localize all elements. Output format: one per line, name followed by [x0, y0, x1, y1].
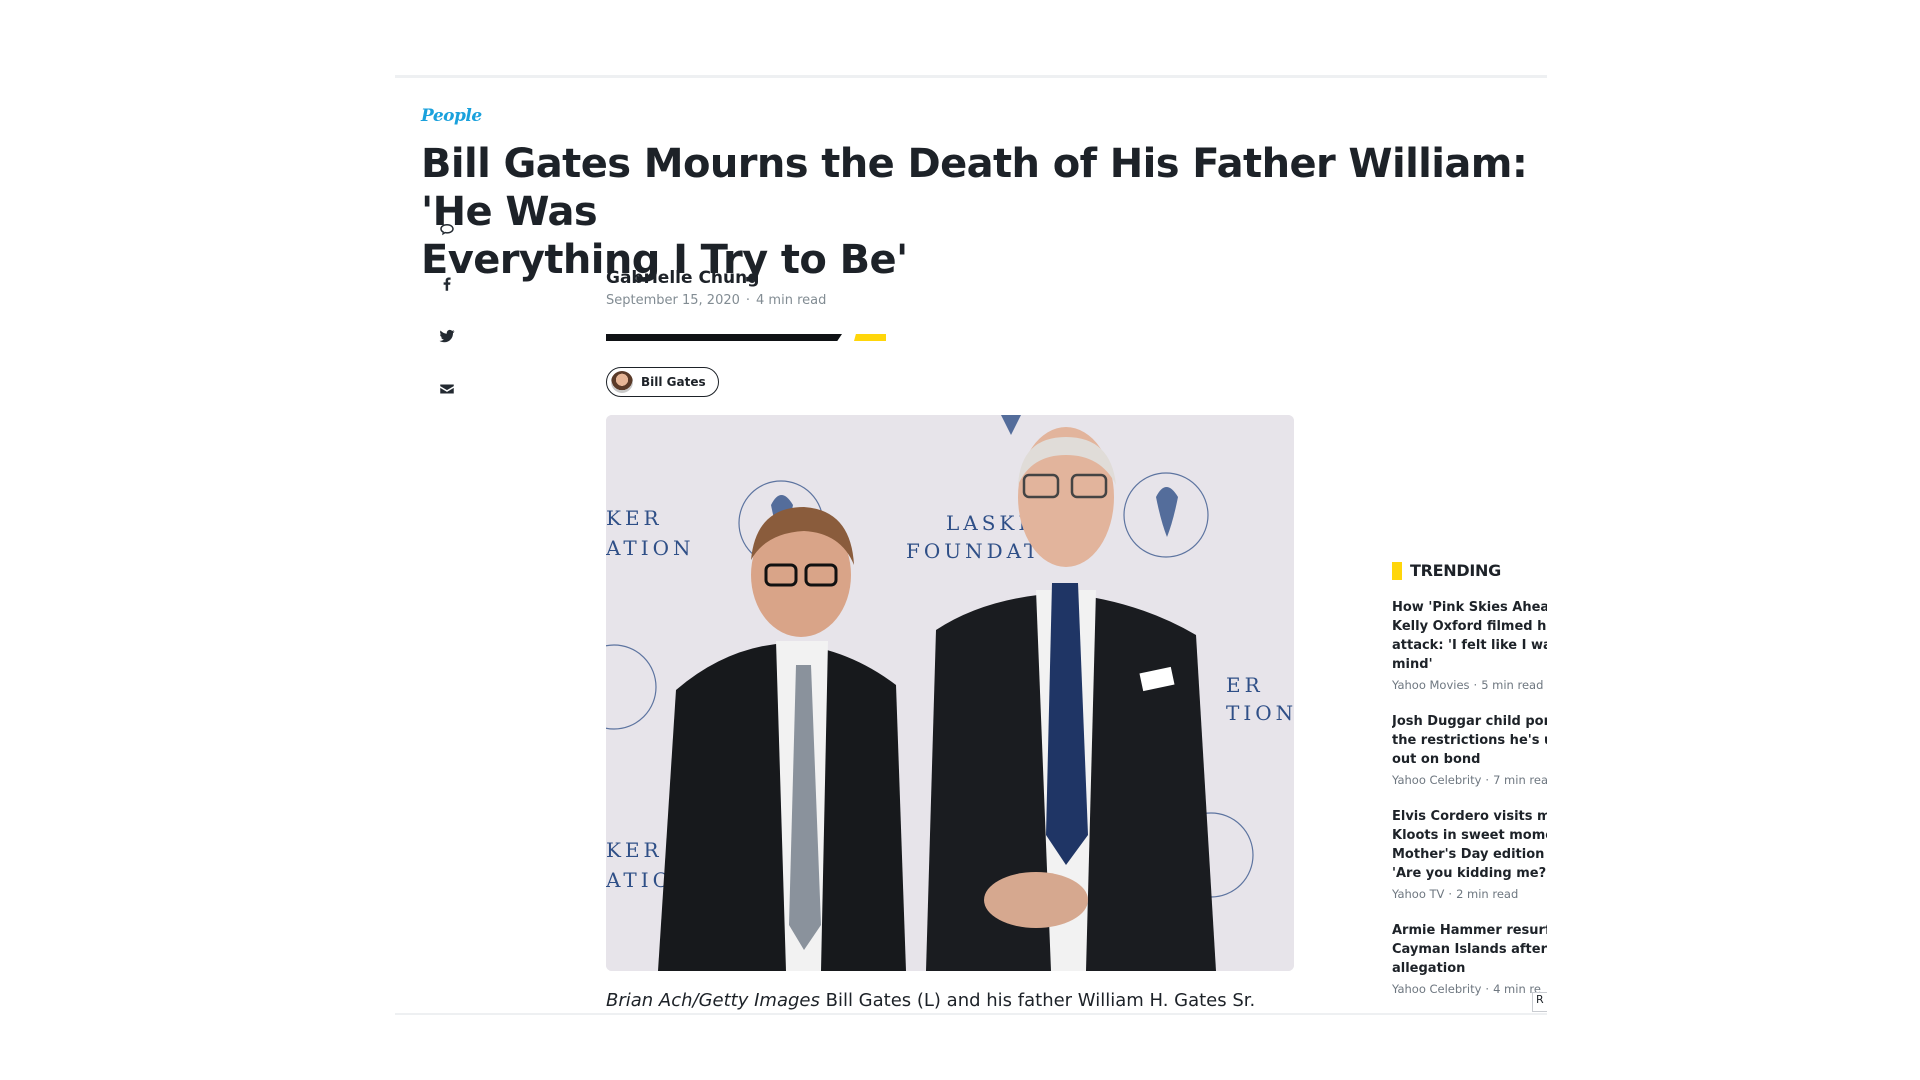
photo-caption: Brian Ach/Getty Images Bill Gates (L) an… [606, 990, 1255, 1011]
twitter-icon[interactable] [435, 324, 459, 348]
backdrop-text: FOUNDAT [906, 539, 1041, 563]
photo-credit: Brian Ach/Getty Images [606, 990, 820, 1011]
trending-item-line: Mother's Day edition of [1392, 847, 1547, 862]
meta-separator: · [1473, 678, 1478, 692]
trending-item-line: the restrictions he's unc [1392, 733, 1547, 748]
trending-item-meta: Yahoo Movies · 5 min read [1392, 678, 1547, 692]
trending-time: 5 min read [1481, 678, 1544, 692]
corner-badge[interactable]: R [1532, 992, 1547, 1012]
trending-item[interactable]: Armie Hammer resurfa Cayman Islands afte… [1392, 921, 1547, 996]
trending-item-meta: Yahoo Celebrity·7 min read [1392, 773, 1547, 787]
trending-item-line: out on bond [1392, 752, 1481, 767]
trending-item-line: attack: 'I felt like I was l [1392, 638, 1547, 653]
trending-item-line: Elvis Cordero visits mor [1392, 809, 1547, 824]
trending-source: Yahoo Celebrity [1392, 982, 1482, 996]
meta-separator: · [1448, 887, 1453, 901]
trending-time: 7 min read [1493, 773, 1547, 787]
trending-item-line: Josh Duggar child porn [1392, 714, 1547, 729]
trending-item-line: Kloots in sweet moment [1392, 828, 1547, 843]
author-name[interactable]: Gabrielle Chung [606, 268, 759, 288]
trending-item-line: Cayman Islands after M [1392, 942, 1547, 957]
meta-separator: · [745, 293, 751, 308]
trending-item-line: Kelly Oxford filmed her [1392, 619, 1547, 634]
email-icon[interactable] [435, 377, 459, 401]
divider-bar [606, 334, 842, 341]
trending-item-line: 'Are you kidding me?!' [1392, 866, 1547, 881]
article-meta: September 15, 2020 · 4 min read [606, 293, 826, 308]
topic-avatar [611, 371, 633, 393]
article-page: People Bill Gates Mourns the Death of Hi… [395, 75, 1547, 1015]
trending-item-line: Armie Hammer resurfa [1392, 923, 1547, 938]
meta-separator: · [1485, 982, 1490, 996]
trending-item-line: allegation [1392, 961, 1466, 976]
divider-accent [854, 334, 886, 341]
article-headline: Bill Gates Mourns the Death of His Fathe… [421, 140, 1531, 284]
comment-icon[interactable] [435, 218, 459, 242]
headline-line-1: Bill Gates Mourns the Death of His Fathe… [421, 141, 1528, 235]
trending-item-line: How 'Pink Skies Ahead' [1392, 600, 1547, 615]
topic-tag-bill-gates[interactable]: Bill Gates [606, 367, 719, 397]
article-photo[interactable]: KER ATION LASKE FOUNDAT ER TION KER ATIO [606, 415, 1294, 971]
backdrop-text: ATIO [606, 868, 673, 892]
backdrop-text: KER [606, 506, 663, 530]
read-time: 4 min read [756, 293, 827, 308]
meta-separator: · [1485, 773, 1490, 787]
backdrop-text: ER [1226, 673, 1264, 697]
trending-accent [1392, 561, 1402, 580]
publish-date: September 15, 2020 [606, 293, 740, 308]
trending-source: Yahoo Movies [1392, 678, 1470, 692]
backdrop-text: KER [606, 838, 663, 862]
topic-tag-label: Bill Gates [641, 375, 706, 389]
facebook-icon[interactable] [435, 272, 459, 296]
trending-item[interactable]: Elvis Cordero visits mor Kloots in sweet… [1392, 807, 1547, 901]
caption-text: Bill Gates (L) and his father William H.… [825, 990, 1256, 1011]
people-logo[interactable]: People [421, 106, 482, 126]
trending-title: TRENDING [1410, 561, 1501, 580]
trending-sidebar: TRENDING How 'Pink Skies Ahead' Kelly Ox… [1392, 561, 1547, 1013]
trending-time: 2 min read [1456, 887, 1519, 901]
trending-item-meta: Yahoo TV · 2 min read [1392, 887, 1547, 901]
trending-item-line: mind' [1392, 657, 1433, 672]
trending-heading: TRENDING [1392, 561, 1547, 580]
trending-item-meta: Yahoo Celebrity · 4 min re [1392, 982, 1547, 996]
trending-item[interactable]: Josh Duggar child porn the restrictions … [1392, 712, 1547, 787]
trending-source: Yahoo Celebrity [1392, 773, 1482, 787]
backdrop-text: TION [1226, 701, 1294, 725]
backdrop-text: ATION [606, 536, 695, 560]
trending-item[interactable]: How 'Pink Skies Ahead' Kelly Oxford film… [1392, 598, 1547, 692]
trending-source: Yahoo TV [1392, 887, 1445, 901]
